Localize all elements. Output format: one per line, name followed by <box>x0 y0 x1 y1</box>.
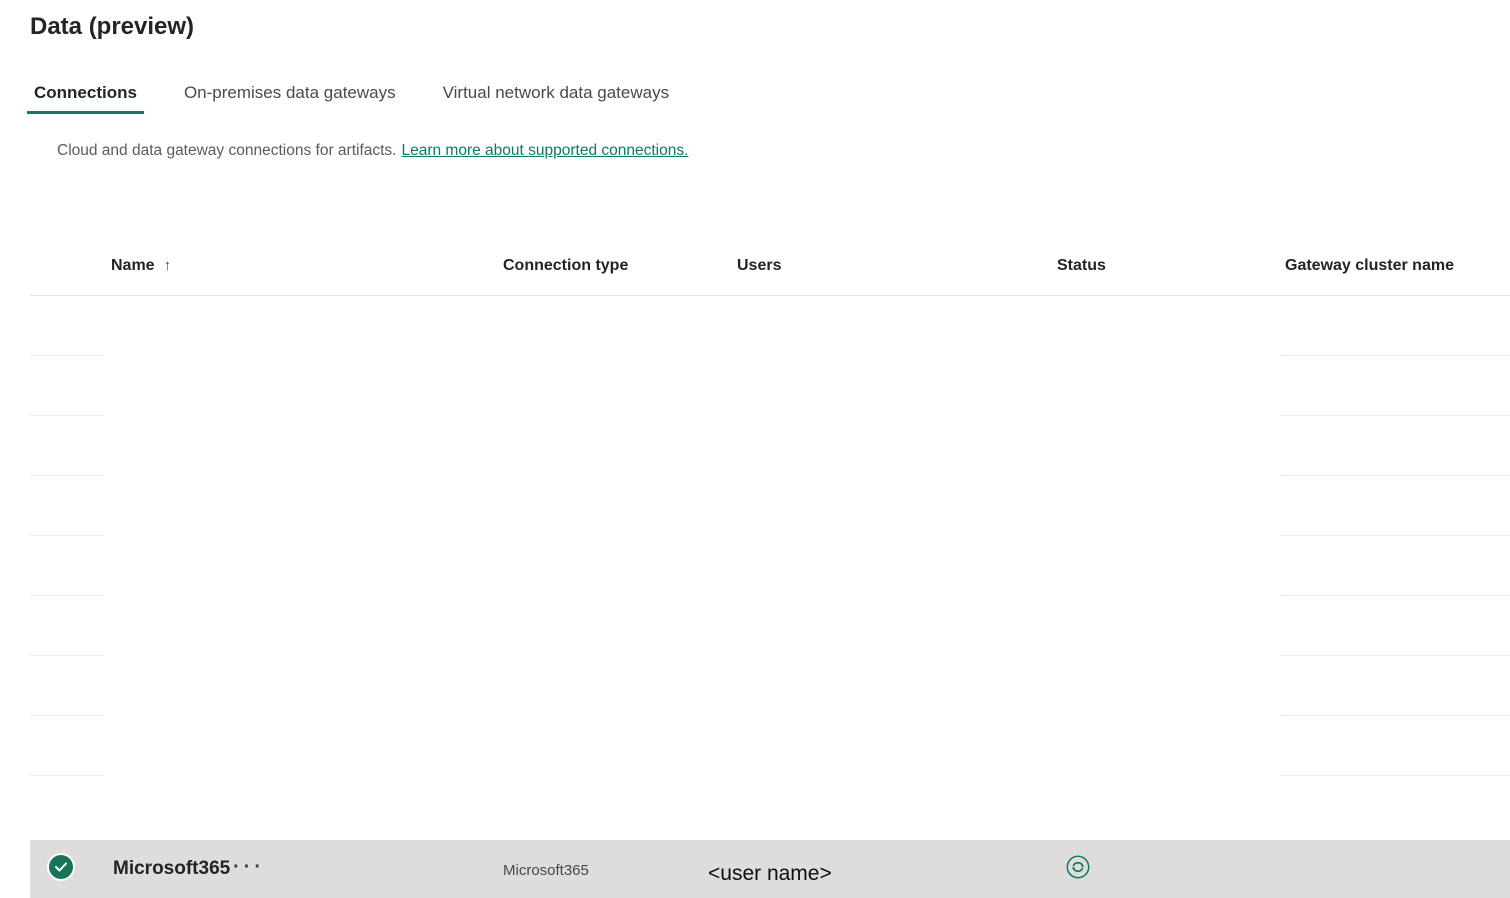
more-options-ellipsis-icon[interactable]: ··· <box>233 838 265 896</box>
sync-icon <box>1066 855 1090 879</box>
tab-on-premises-data-gateways[interactable]: On-premises data gateways <box>177 82 403 114</box>
table-row-empty[interactable] <box>0 476 1510 536</box>
tab-virtual-network-data-gateways[interactable]: Virtual network data gateways <box>436 82 676 114</box>
tab-connections[interactable]: Connections <box>27 82 144 114</box>
column-header-status[interactable]: Status <box>1057 256 1106 276</box>
table-row-microsoft365[interactable]: Microsoft365 ··· Microsoft365 <user name… <box>30 840 1510 898</box>
users-value: <user name> <box>708 862 832 885</box>
column-header-gateway-cluster-name[interactable]: Gateway cluster name <box>1285 256 1454 276</box>
connection-name: Microsoft365 <box>113 858 231 879</box>
connection-type-value: Microsoft365 <box>503 862 589 879</box>
table-row-empty[interactable] <box>0 416 1510 476</box>
column-header-users[interactable]: Users <box>737 256 781 276</box>
description-text: Cloud and data gateway connections for a… <box>57 142 397 159</box>
table-row-empty[interactable] <box>0 536 1510 596</box>
arrow-up-icon: ↑ <box>163 257 172 274</box>
table-row-empty[interactable] <box>0 356 1510 416</box>
empty-rows <box>0 296 1510 840</box>
checkmark-circle-icon[interactable] <box>49 855 73 879</box>
table-row-empty[interactable] <box>0 596 1510 656</box>
data-preview-page: Data (preview) Connections On-premises d… <box>0 0 1510 898</box>
table-row-empty[interactable] <box>0 656 1510 716</box>
table-row-empty[interactable] <box>0 716 1510 776</box>
table-row-empty[interactable] <box>0 296 1510 356</box>
column-header-name[interactable]: Name ↑ <box>111 256 171 276</box>
learn-more-link[interactable]: Learn more about supported connections. <box>401 142 688 159</box>
tab-bar: Connections On-premises data gateways Vi… <box>27 82 676 114</box>
page-description: Cloud and data gateway connections for a… <box>57 141 688 160</box>
column-header-connection-type[interactable]: Connection type <box>503 256 628 276</box>
page-title: Data (preview) <box>30 13 195 40</box>
table-row-empty[interactable] <box>0 776 1510 840</box>
